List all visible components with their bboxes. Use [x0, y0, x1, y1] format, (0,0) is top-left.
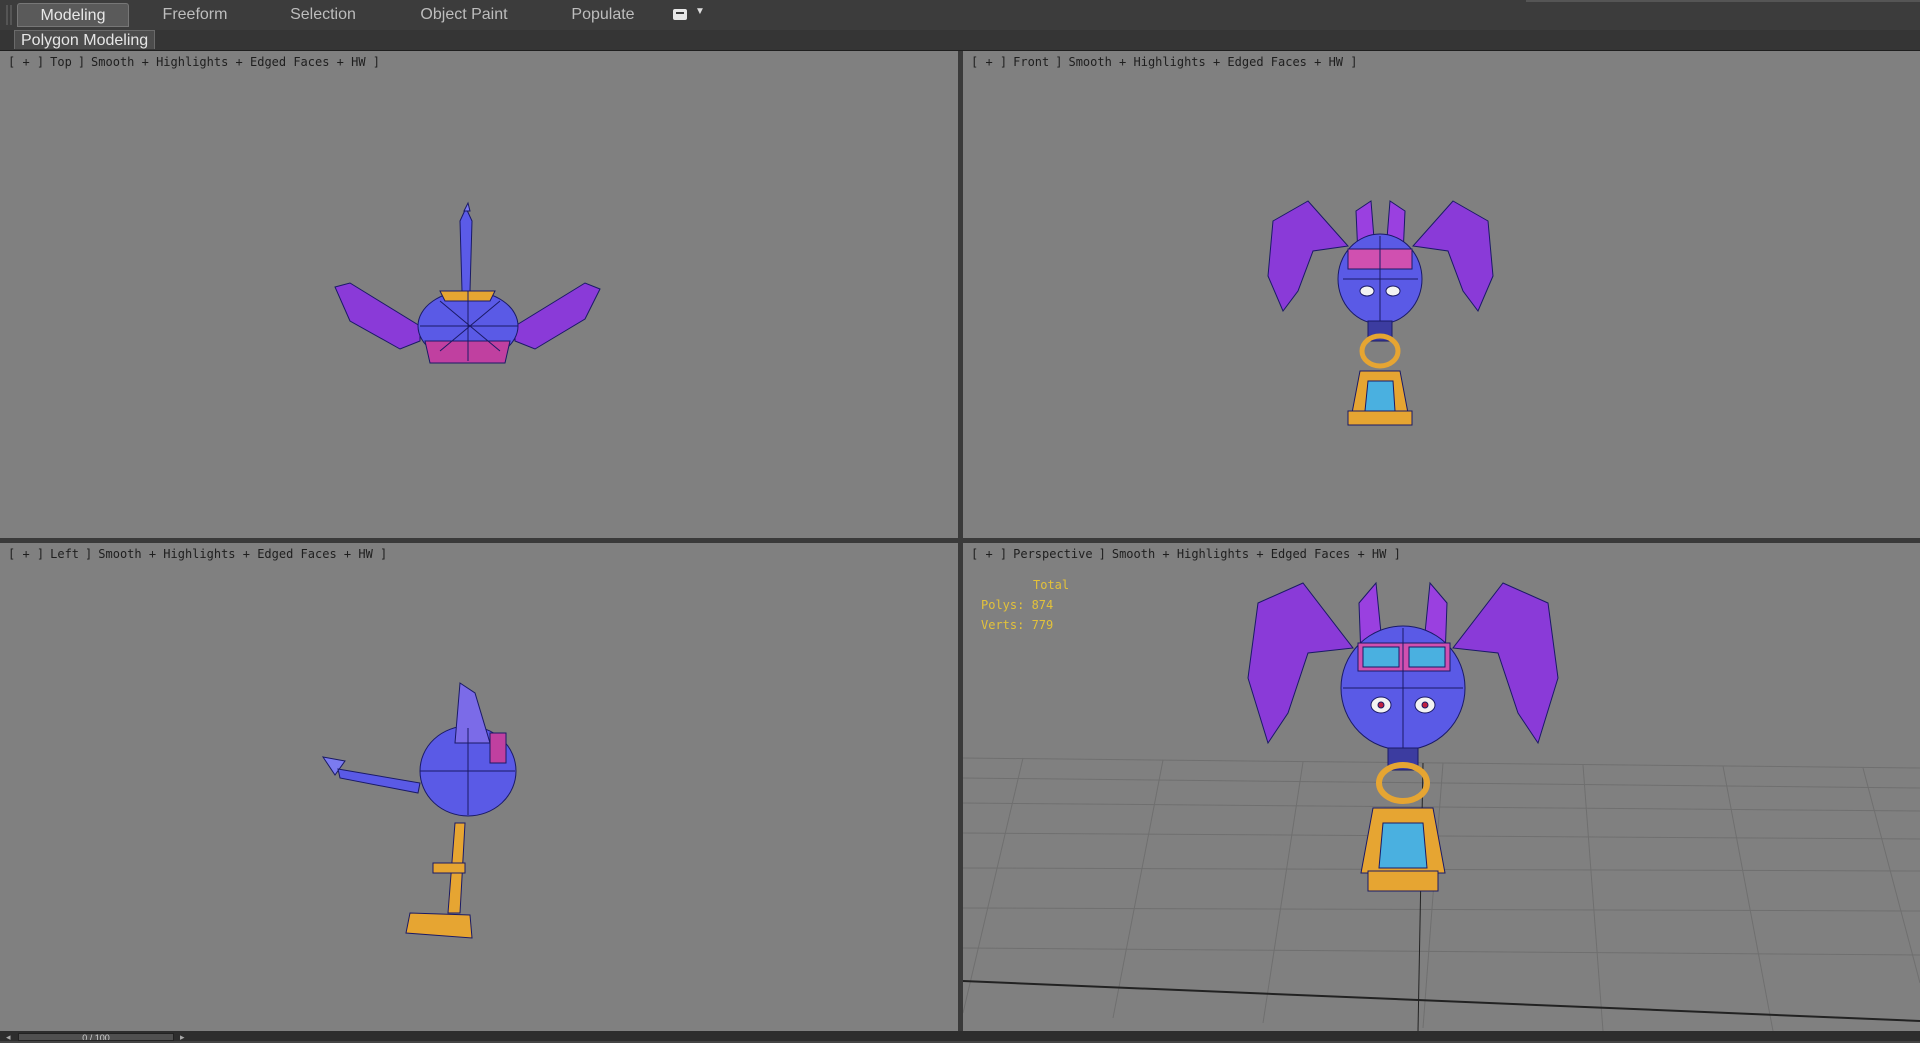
grid-axis-y: [1417, 762, 1424, 1031]
viewport-top[interactable]: [ + ] Top] Smooth + Highlights + Edged Fac…: [0, 51, 958, 538]
tab-modeling[interactable]: Modeling: [17, 3, 129, 27]
timeline-prev-icon[interactable]: ◂: [6, 1032, 11, 1043]
tab-populate[interactable]: Populate: [546, 3, 660, 27]
timeline-next-icon[interactable]: ▸: [180, 1032, 185, 1043]
polygon-modeling-panel[interactable]: Polygon Modeling: [14, 30, 156, 49]
model-perspective-view: [963, 581, 1920, 1031]
model-front-view: [1267, 200, 1494, 426]
tab-freeform[interactable]: Freeform: [140, 3, 250, 27]
ribbon-panel-bar: Polygon Modeling: [0, 30, 1920, 51]
grid-axis-x: [963, 980, 1920, 1022]
viewport-front[interactable]: [ + ] Front] Smooth + Highlights + Edged F…: [963, 51, 1920, 538]
ribbon-options-button[interactable]: ▼: [673, 6, 707, 22]
tab-object-paint[interactable]: Object Paint: [404, 3, 524, 27]
viewport-perspective[interactable]: [ + ] Perspective] Smooth + Highlights + E…: [963, 543, 1920, 1031]
timeline-bar: [0, 1031, 1920, 1041]
ribbon-bar: Modeling Freeform Selection Object Paint…: [0, 0, 1920, 31]
viewport-separator-horizontal[interactable]: [0, 538, 1920, 543]
model-left-view: [321, 682, 517, 939]
viewport-left[interactable]: [ + ] Left] Smooth + Highlights + Edged Fa…: [0, 543, 958, 1031]
ribbon-divider: [1526, 0, 1920, 2]
time-slider[interactable]: 0 / 100: [18, 1033, 174, 1041]
tab-selection[interactable]: Selection: [268, 3, 378, 27]
ground-grid: [963, 757, 1920, 1031]
ribbon-grip[interactable]: [6, 5, 12, 25]
chevron-down-icon: ▼: [695, 6, 705, 17]
ribbon-minimize-icon: [673, 9, 687, 20]
model-top-view: [334, 201, 601, 364]
